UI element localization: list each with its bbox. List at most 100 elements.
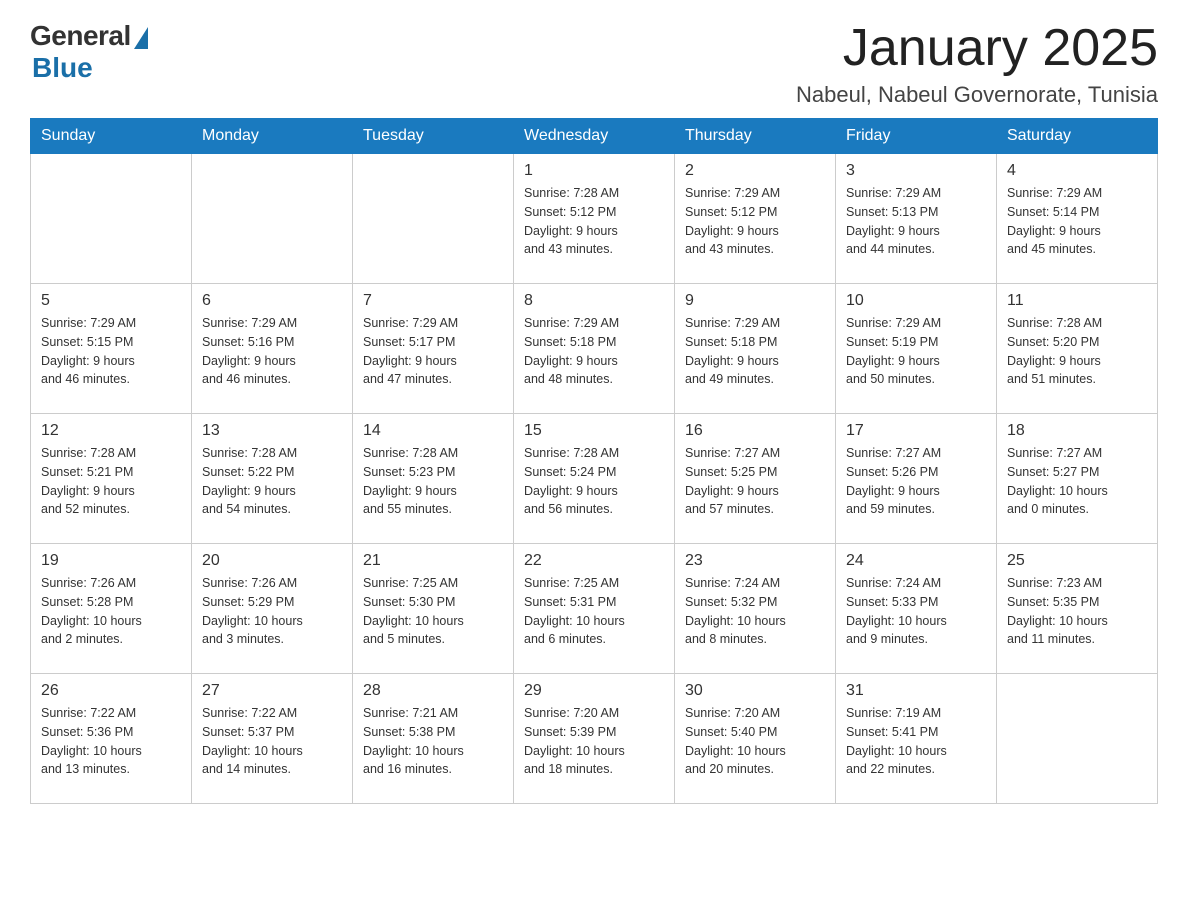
calendar-cell: 24 Sunrise: 7:24 AMSunset: 5:33 PMDayligh…	[836, 544, 997, 674]
calendar-cell: 11Sunrise: 7:28 AMSunset: 5:20 PMDayligh…	[997, 284, 1158, 414]
calendar-day-header: Thursday	[675, 119, 836, 154]
location-title: Nabeul, Nabeul Governorate, Tunisia	[796, 82, 1158, 108]
day-info: Sunrise: 7:26 AMSunset: 5:29 PMDaylight:…	[202, 574, 342, 649]
day-info: Sunrise: 7:27 AMSunset: 5:25 PMDaylight:…	[685, 444, 825, 519]
day-number: 9	[685, 292, 825, 310]
day-number: 31	[846, 682, 986, 700]
title-area: January 2025 Nabeul, Nabeul Governorate,…	[796, 20, 1158, 108]
day-info: Sunrise: 7:29 AMSunset: 5:13 PMDaylight:…	[846, 184, 986, 259]
calendar-cell: 31 Sunrise: 7:19 AMSunset: 5:41 PMDayligh…	[836, 674, 997, 804]
calendar-cell: 15 Sunrise: 7:28 AMSunset: 5:24 PMDayligh…	[514, 414, 675, 544]
day-info: Sunrise: 7:28 AMSunset: 5:24 PMDaylight:…	[524, 444, 664, 519]
calendar-cell: 10Sunrise: 7:29 AMSunset: 5:19 PMDayligh…	[836, 284, 997, 414]
calendar-cell: 28Sunrise: 7:21 AMSunset: 5:38 PMDayligh…	[353, 674, 514, 804]
calendar-cell: 19Sunrise: 7:26 AMSunset: 5:28 PMDayligh…	[31, 544, 192, 674]
calendar-cell: 7 Sunrise: 7:29 AMSunset: 5:17 PMDaylight…	[353, 284, 514, 414]
day-number: 12	[41, 422, 181, 440]
day-number: 8	[524, 292, 664, 310]
calendar-cell: 29 Sunrise: 7:20 AMSunset: 5:39 PMDayligh…	[514, 674, 675, 804]
calendar-header-row: SundayMondayTuesdayWednesdayThursdayFrid…	[31, 119, 1158, 154]
day-info: Sunrise: 7:28 AMSunset: 5:20 PMDaylight:…	[1007, 314, 1147, 389]
day-number: 1	[524, 162, 664, 180]
calendar-cell	[353, 154, 514, 284]
day-number: 14	[363, 422, 503, 440]
logo: General Blue	[30, 20, 148, 84]
day-info: Sunrise: 7:23 AMSunset: 5:35 PMDaylight:…	[1007, 574, 1147, 649]
day-info: Sunrise: 7:29 AMSunset: 5:16 PMDaylight:…	[202, 314, 342, 389]
day-info: Sunrise: 7:28 AMSunset: 5:23 PMDaylight:…	[363, 444, 503, 519]
day-number: 22	[524, 552, 664, 570]
day-number: 6	[202, 292, 342, 310]
day-number: 21	[363, 552, 503, 570]
calendar-week-row: 5 Sunrise: 7:29 AMSunset: 5:15 PMDaylight…	[31, 284, 1158, 414]
logo-general-text: General	[30, 20, 131, 52]
day-info: Sunrise: 7:29 AMSunset: 5:12 PMDaylight:…	[685, 184, 825, 259]
calendar-cell: 18Sunrise: 7:27 AMSunset: 5:27 PMDayligh…	[997, 414, 1158, 544]
day-number: 25	[1007, 552, 1147, 570]
calendar-cell: 14 Sunrise: 7:28 AMSunset: 5:23 PMDayligh…	[353, 414, 514, 544]
day-info: Sunrise: 7:22 AMSunset: 5:37 PMDaylight:…	[202, 704, 342, 779]
calendar-cell: 20 Sunrise: 7:26 AMSunset: 5:29 PMDayligh…	[192, 544, 353, 674]
calendar-table: SundayMondayTuesdayWednesdayThursdayFrid…	[30, 118, 1158, 804]
day-info: Sunrise: 7:28 AMSunset: 5:22 PMDaylight:…	[202, 444, 342, 519]
day-number: 10	[846, 292, 986, 310]
day-info: Sunrise: 7:29 AMSunset: 5:18 PMDaylight:…	[685, 314, 825, 389]
calendar-week-row: 12 Sunrise: 7:28 AMSunset: 5:21 PMDayligh…	[31, 414, 1158, 544]
day-info: Sunrise: 7:28 AMSunset: 5:12 PMDaylight:…	[524, 184, 664, 259]
calendar-cell: 22 Sunrise: 7:25 AMSunset: 5:31 PMDayligh…	[514, 544, 675, 674]
day-info: Sunrise: 7:20 AMSunset: 5:40 PMDaylight:…	[685, 704, 825, 779]
calendar-day-header: Tuesday	[353, 119, 514, 154]
day-info: Sunrise: 7:29 AMSunset: 5:14 PMDaylight:…	[1007, 184, 1147, 259]
calendar-day-header: Wednesday	[514, 119, 675, 154]
day-info: Sunrise: 7:19 AMSunset: 5:41 PMDaylight:…	[846, 704, 986, 779]
calendar-week-row: 26 Sunrise: 7:22 AMSunset: 5:36 PMDayligh…	[31, 674, 1158, 804]
calendar-cell: 4Sunrise: 7:29 AMSunset: 5:14 PMDaylight…	[997, 154, 1158, 284]
day-info: Sunrise: 7:20 AMSunset: 5:39 PMDaylight:…	[524, 704, 664, 779]
day-info: Sunrise: 7:24 AMSunset: 5:32 PMDaylight:…	[685, 574, 825, 649]
calendar-day-header: Monday	[192, 119, 353, 154]
day-info: Sunrise: 7:27 AMSunset: 5:26 PMDaylight:…	[846, 444, 986, 519]
day-info: Sunrise: 7:25 AMSunset: 5:31 PMDaylight:…	[524, 574, 664, 649]
calendar-cell: 1 Sunrise: 7:28 AMSunset: 5:12 PMDaylight…	[514, 154, 675, 284]
calendar-cell: 8Sunrise: 7:29 AMSunset: 5:18 PMDaylight…	[514, 284, 675, 414]
day-number: 5	[41, 292, 181, 310]
day-number: 15	[524, 422, 664, 440]
calendar-day-header: Saturday	[997, 119, 1158, 154]
day-number: 30	[685, 682, 825, 700]
day-number: 20	[202, 552, 342, 570]
calendar-cell: 3 Sunrise: 7:29 AMSunset: 5:13 PMDaylight…	[836, 154, 997, 284]
calendar-cell	[31, 154, 192, 284]
day-number: 24	[846, 552, 986, 570]
calendar-cell	[997, 674, 1158, 804]
calendar-day-header: Friday	[836, 119, 997, 154]
day-number: 3	[846, 162, 986, 180]
calendar-cell: 16 Sunrise: 7:27 AMSunset: 5:25 PMDayligh…	[675, 414, 836, 544]
day-number: 16	[685, 422, 825, 440]
calendar-cell: 6 Sunrise: 7:29 AMSunset: 5:16 PMDaylight…	[192, 284, 353, 414]
calendar-cell: 5 Sunrise: 7:29 AMSunset: 5:15 PMDaylight…	[31, 284, 192, 414]
day-number: 18	[1007, 422, 1147, 440]
calendar-cell: 30 Sunrise: 7:20 AMSunset: 5:40 PMDayligh…	[675, 674, 836, 804]
day-number: 29	[524, 682, 664, 700]
day-info: Sunrise: 7:28 AMSunset: 5:21 PMDaylight:…	[41, 444, 181, 519]
day-info: Sunrise: 7:29 AMSunset: 5:17 PMDaylight:…	[363, 314, 503, 389]
day-number: 26	[41, 682, 181, 700]
calendar-cell: 13Sunrise: 7:28 AMSunset: 5:22 PMDayligh…	[192, 414, 353, 544]
day-number: 28	[363, 682, 503, 700]
calendar-cell: 23Sunrise: 7:24 AMSunset: 5:32 PMDayligh…	[675, 544, 836, 674]
logo-triangle-icon	[134, 27, 148, 49]
day-info: Sunrise: 7:29 AMSunset: 5:15 PMDaylight:…	[41, 314, 181, 389]
calendar-cell: 2 Sunrise: 7:29 AMSunset: 5:12 PMDaylight…	[675, 154, 836, 284]
calendar-cell	[192, 154, 353, 284]
month-title: January 2025	[796, 20, 1158, 77]
calendar-cell: 17Sunrise: 7:27 AMSunset: 5:26 PMDayligh…	[836, 414, 997, 544]
day-number: 19	[41, 552, 181, 570]
page-header: General Blue January 2025 Nabeul, Nabeul…	[30, 20, 1158, 108]
calendar-cell: 27Sunrise: 7:22 AMSunset: 5:37 PMDayligh…	[192, 674, 353, 804]
day-info: Sunrise: 7:22 AMSunset: 5:36 PMDaylight:…	[41, 704, 181, 779]
day-number: 2	[685, 162, 825, 180]
day-info: Sunrise: 7:24 AMSunset: 5:33 PMDaylight:…	[846, 574, 986, 649]
calendar-cell: 9 Sunrise: 7:29 AMSunset: 5:18 PMDaylight…	[675, 284, 836, 414]
day-number: 7	[363, 292, 503, 310]
calendar-cell: 26 Sunrise: 7:22 AMSunset: 5:36 PMDayligh…	[31, 674, 192, 804]
